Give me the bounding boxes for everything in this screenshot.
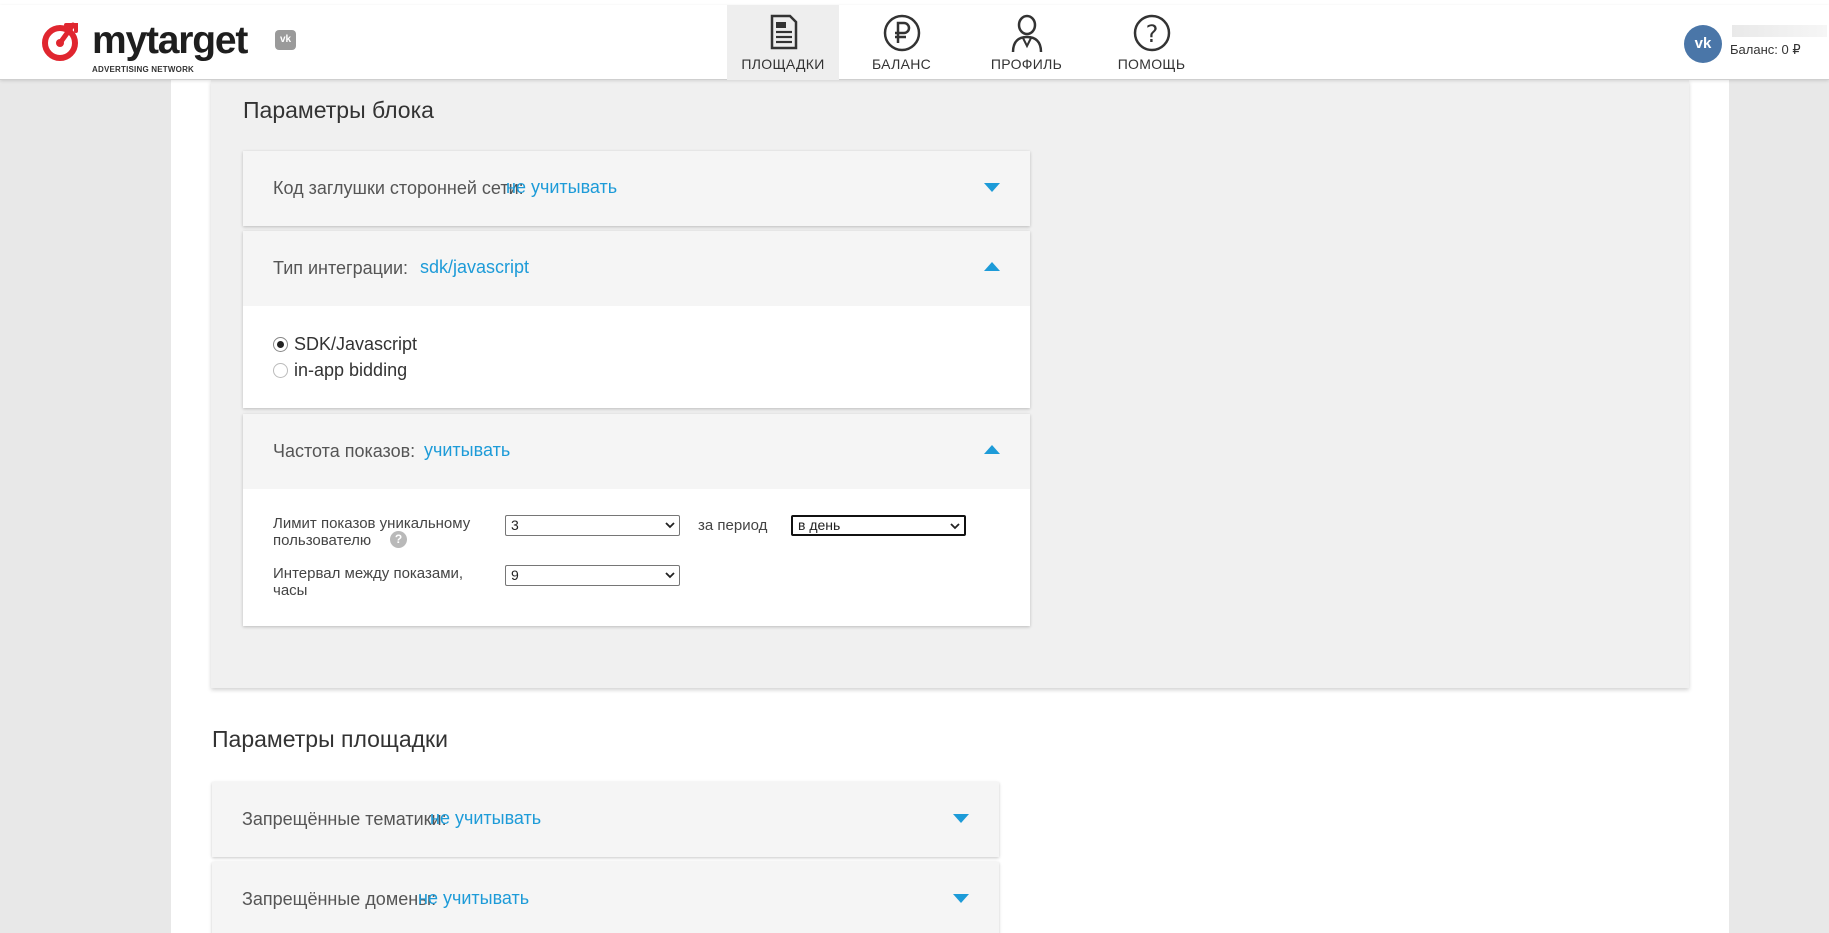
radio-bidding-label: in-app bidding [294, 359, 408, 380]
svg-text:?: ? [1145, 20, 1158, 48]
period-select-value: в день [798, 517, 841, 533]
radio-in-app-bidding[interactable]: in-app bidding [273, 359, 407, 381]
limit-select-value: 3 [511, 517, 519, 533]
accordion-stub-code-header[interactable]: Код заглушки сторонней сети: не учитыват… [243, 151, 1030, 226]
help-icon[interactable]: ? [390, 531, 407, 548]
period-select[interactable]: в день [791, 515, 966, 536]
forbidden-topics-label: Запрещённые тематики: [242, 809, 447, 829]
stub-code-value[interactable]: не учитывать [506, 177, 617, 198]
user-name-redacted [1732, 25, 1827, 37]
radio-unchecked-icon[interactable] [273, 362, 288, 378]
integration-options: SDK/Javascript in-app bidding [243, 306, 1030, 408]
nav-label-profile: ПРОФИЛЬ [990, 56, 1063, 72]
accordion-frequency-header[interactable]: Частота показов: учитывать [243, 414, 1030, 489]
frequency-settings: Лимит показов уникальному пользователю ?… [243, 489, 1030, 626]
chevron-down-icon [665, 572, 675, 579]
vk-badge-icon[interactable]: vk [275, 30, 296, 50]
accordion-forbidden-domains-header[interactable]: Запрещённые домены: не учитывать [212, 862, 999, 933]
limit-select[interactable]: 3 [505, 515, 680, 536]
frequency-label: Частота показов: [273, 441, 416, 461]
nav-item-platforms[interactable]: ПЛОЩАДКИ [727, 5, 839, 80]
stub-code-label: Код заглушки сторонней сети: [273, 178, 524, 198]
logo-text: mytarget [92, 19, 248, 62]
chevron-down-icon[interactable] [953, 814, 969, 823]
accordion-forbidden-topics: Запрещённые тематики: не учитывать [212, 782, 999, 857]
nav-item-help[interactable]: ? ПОМОЩЬ [1089, 5, 1214, 80]
radio-checked-icon[interactable] [273, 336, 288, 352]
integration-label: Тип интеграции: [273, 258, 409, 278]
chevron-down-icon [950, 523, 960, 530]
accordion-forbidden-domains: Запрещённые домены: не учитывать [212, 862, 999, 933]
forbidden-topics-value[interactable]: не учитывать [430, 808, 541, 829]
main-nav: ПЛОЩАДКИ БАЛАНС ПРОФИЛЬ ? ПОМОЩЬ [727, 5, 1214, 80]
mytarget-logo-icon [42, 22, 78, 61]
interval-label-line1: Интервал между показами, [273, 565, 464, 582]
integration-value[interactable]: sdk/javascript [420, 257, 529, 278]
nav-item-balance[interactable]: БАЛАНС [839, 5, 964, 80]
limit-label: Лимит показов уникальному пользователю [273, 515, 470, 549]
chevron-down-icon [665, 522, 675, 529]
interval-label-line2: часы [273, 582, 308, 599]
nav-item-profile[interactable]: ПРОФИЛЬ [964, 5, 1089, 80]
limit-label-line1: Лимит показов уникальному [273, 515, 471, 532]
radio-sdk-javascript[interactable]: SDK/Javascript [273, 333, 417, 355]
accordion-stub-code: Код заглушки сторонней сети: не учитыват… [243, 151, 1030, 226]
period-label: за период [698, 517, 768, 534]
interval-select-value: 9 [511, 567, 519, 583]
nav-label-platforms: ПЛОЩАДКИ [741, 56, 825, 72]
question-icon: ? [1133, 14, 1170, 52]
chevron-up-icon[interactable] [984, 445, 1000, 454]
accordion-integration: Тип интеграции: sdk/javascript SDK/Javas… [243, 231, 1030, 408]
balance-text[interactable]: Баланс: 0 ₽ [1730, 42, 1801, 58]
limit-label-line2: пользователю [273, 532, 372, 549]
chevron-up-icon[interactable] [984, 262, 1000, 271]
accordion-forbidden-topics-header[interactable]: Запрещённые тематики: не учитывать [212, 782, 999, 857]
accordion-integration-header[interactable]: Тип интеграции: sdk/javascript [243, 231, 1030, 306]
chevron-down-icon[interactable] [984, 183, 1000, 192]
radio-sdk-label: SDK/Javascript [294, 333, 418, 354]
block-params-panel: Параметры блока Код заглушки сторонней с… [211, 80, 1689, 688]
frequency-value[interactable]: учитывать [424, 440, 510, 461]
mytarget-logo[interactable]: mytarget ADVERTISING NETWORK [40, 15, 270, 75]
interval-select[interactable]: 9 [505, 565, 680, 586]
document-icon [770, 14, 798, 50]
ruble-icon [883, 14, 920, 52]
accordion-frequency: Частота показов: учитывать Лимит показов… [243, 414, 1030, 626]
logo-subtitle: ADVERTISING NETWORK [92, 65, 195, 74]
nav-label-help: ПОМОЩЬ [1117, 56, 1186, 72]
chevron-down-icon[interactable] [953, 894, 969, 903]
nav-label-balance: БАЛАНС [871, 56, 932, 72]
site-params-title: Параметры площадки [212, 726, 448, 752]
top-header: mytarget ADVERTISING NETWORK vk ПЛОЩАДКИ… [0, 5, 1829, 80]
main-content: Параметры блока Код заглушки сторонней с… [171, 80, 1729, 933]
interval-label: Интервал между показами, часы [273, 565, 463, 599]
vk-avatar-icon[interactable]: vk [1684, 25, 1722, 63]
block-params-title: Параметры блока [243, 97, 434, 123]
user-icon [1011, 14, 1042, 53]
forbidden-domains-value[interactable]: не учитывать [418, 888, 529, 909]
forbidden-domains-label: Запрещённые домены: [242, 889, 437, 909]
